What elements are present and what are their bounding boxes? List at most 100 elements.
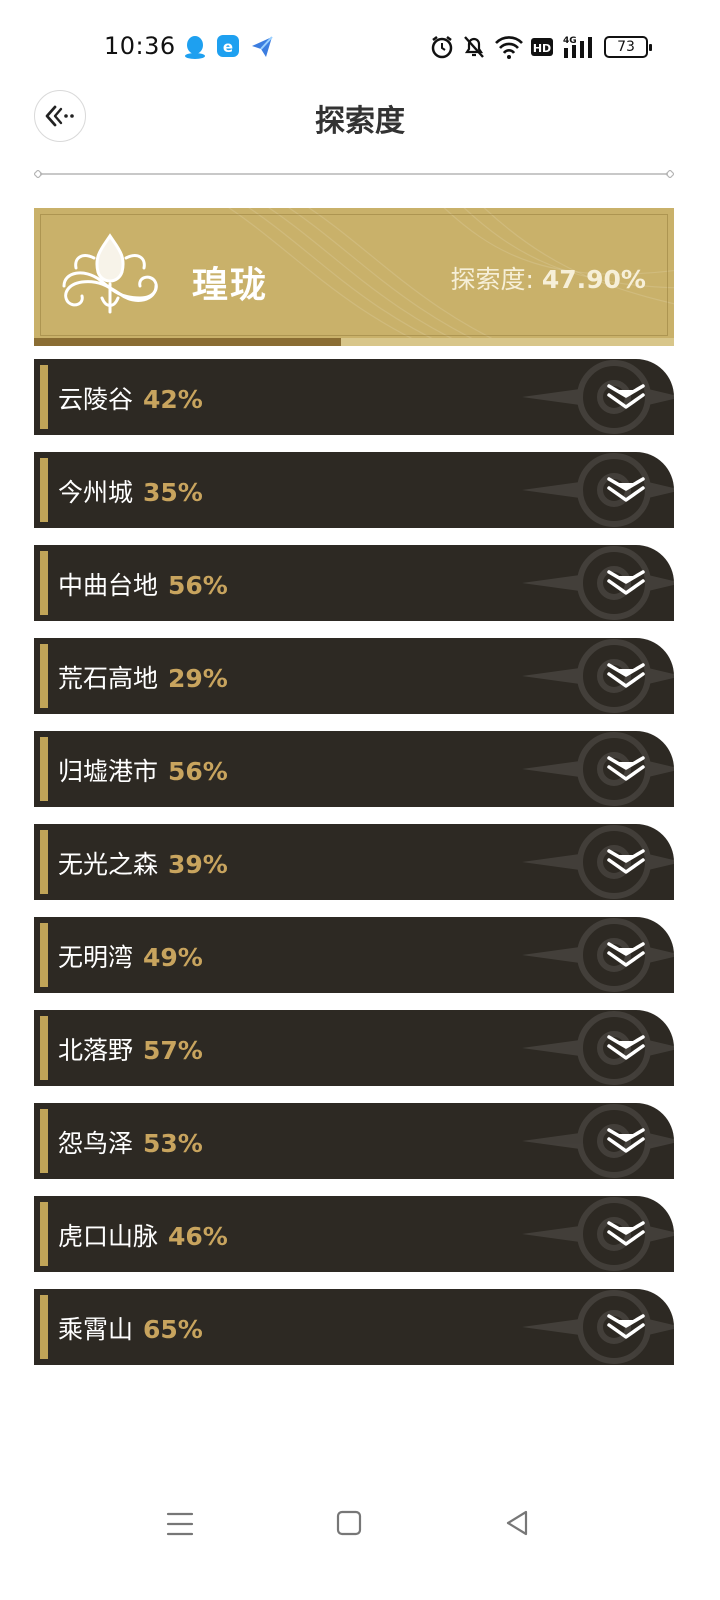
page-title: 探索度 (315, 104, 405, 139)
region-progress-track (34, 338, 674, 346)
chevron-down-icon (607, 384, 645, 409)
row-emblem-decoration (522, 1011, 674, 1085)
hd-icon: HD (531, 38, 553, 56)
area-accent-bar (40, 1295, 48, 1359)
area-row[interactable]: 无光之森 39% (34, 824, 674, 900)
row-emblem-decoration (522, 732, 674, 806)
menu-icon[interactable] (166, 1508, 194, 1540)
area-row[interactable]: 怨鸟泽 53% (34, 1103, 674, 1179)
mute-icon (464, 36, 484, 58)
area-label: 无明湾 49% (58, 938, 203, 974)
area-name: 无明湾 (58, 943, 134, 972)
battery-indicator: 73 (604, 36, 652, 58)
chevron-down-icon (607, 756, 645, 781)
area-label: 无光之森 39% (58, 845, 228, 881)
row-emblem-decoration (522, 1104, 674, 1178)
area-name: 北落野 (58, 1036, 134, 1065)
area-row[interactable]: 今州城 35% (34, 452, 674, 528)
area-name: 今州城 (58, 478, 134, 507)
row-emblem-decoration (522, 825, 674, 899)
area-list: 云陵谷 42% 今州城 35% 中曲台地 56% 荒石高地 29% 归墟港市 56% 无光之森 39%… (34, 359, 674, 1382)
row-emblem-decoration (522, 1197, 674, 1271)
area-name: 怨鸟泽 (58, 1129, 134, 1158)
area-name: 乘霄山 (58, 1315, 134, 1344)
area-row[interactable]: 乘霄山 65% (34, 1289, 674, 1365)
area-percent: 56% (168, 571, 228, 600)
area-accent-bar (40, 830, 48, 894)
area-accent-bar (40, 365, 48, 429)
system-nav-bar (0, 1496, 720, 1556)
area-row[interactable]: 云陵谷 42% (34, 359, 674, 435)
region-explore-label: 探索度: (450, 265, 542, 294)
region-explore-value: 47.90% (541, 265, 646, 294)
header-divider (34, 170, 674, 178)
region-explore-text: 探索度: 47.90% (450, 260, 646, 296)
area-percent: 39% (168, 850, 228, 879)
area-accent-bar (40, 644, 48, 708)
status-time: 10:36 (104, 32, 176, 60)
area-name: 荒石高地 (58, 664, 159, 693)
area-label: 中曲台地 56% (58, 566, 228, 602)
area-percent: 49% (143, 943, 203, 972)
svg-text:e: e (223, 38, 233, 56)
area-label: 乘霄山 65% (58, 1310, 203, 1346)
area-label: 北落野 57% (58, 1031, 203, 1067)
area-accent-bar (40, 458, 48, 522)
area-percent: 53% (143, 1129, 203, 1158)
dragon-emblem-icon (62, 233, 158, 314)
chevron-down-icon (607, 1128, 645, 1153)
area-accent-bar (40, 551, 48, 615)
chevron-down-icon (607, 1035, 645, 1060)
qq-icon (185, 36, 205, 59)
back-triangle-icon[interactable] (504, 1508, 530, 1538)
row-emblem-decoration (522, 546, 674, 620)
area-label: 荒石高地 29% (58, 659, 228, 695)
chevron-down-icon (607, 477, 645, 502)
status-bar: 10:36 e HD 4G 73 (0, 0, 720, 96)
area-name: 无光之森 (58, 850, 159, 879)
row-emblem-decoration (522, 639, 674, 713)
area-name: 归墟港市 (58, 757, 159, 786)
area-percent: 35% (143, 478, 203, 507)
row-emblem-decoration (522, 1290, 674, 1364)
area-label: 今州城 35% (58, 473, 203, 509)
chevron-down-icon (607, 942, 645, 967)
region-name: 瑝珑 (192, 265, 269, 306)
area-accent-bar (40, 1109, 48, 1173)
area-percent: 56% (168, 757, 228, 786)
area-percent: 46% (168, 1222, 228, 1251)
chevron-down-icon (607, 570, 645, 595)
area-label: 归墟港市 56% (58, 752, 228, 788)
area-row[interactable]: 虎口山脉 46% (34, 1196, 674, 1272)
send-icon (252, 36, 273, 57)
app-e-icon: e (217, 35, 239, 57)
area-name: 虎口山脉 (58, 1222, 159, 1251)
home-icon[interactable] (336, 1508, 362, 1538)
area-percent: 65% (143, 1315, 203, 1344)
area-label: 虎口山脉 46% (58, 1217, 228, 1253)
svg-text:HD: HD (533, 42, 551, 55)
wifi-icon (495, 36, 523, 59)
area-percent: 57% (143, 1036, 203, 1065)
area-row[interactable]: 北落野 57% (34, 1010, 674, 1086)
area-name: 中曲台地 (58, 571, 159, 600)
area-accent-bar (40, 737, 48, 801)
area-row[interactable]: 归墟港市 56% (34, 731, 674, 807)
area-accent-bar (40, 1016, 48, 1080)
region-card[interactable]: 瑝珑 探索度: 47.90% (34, 208, 674, 346)
area-percent: 42% (143, 385, 203, 414)
area-label: 云陵谷 42% (58, 380, 203, 416)
chevron-down-icon (607, 849, 645, 874)
area-name: 云陵谷 (58, 385, 134, 414)
area-row[interactable]: 中曲台地 56% (34, 545, 674, 621)
chevron-down-icon (607, 663, 645, 688)
row-emblem-decoration (522, 453, 674, 527)
area-row[interactable]: 无明湾 49% (34, 917, 674, 993)
row-emblem-decoration (522, 360, 674, 434)
area-accent-bar (40, 1202, 48, 1266)
area-accent-bar (40, 923, 48, 987)
alarm-icon (431, 36, 453, 59)
signal-4g-icon: 4G (563, 36, 592, 58)
chevron-down-icon (607, 1221, 645, 1246)
area-row[interactable]: 荒石高地 29% (34, 638, 674, 714)
